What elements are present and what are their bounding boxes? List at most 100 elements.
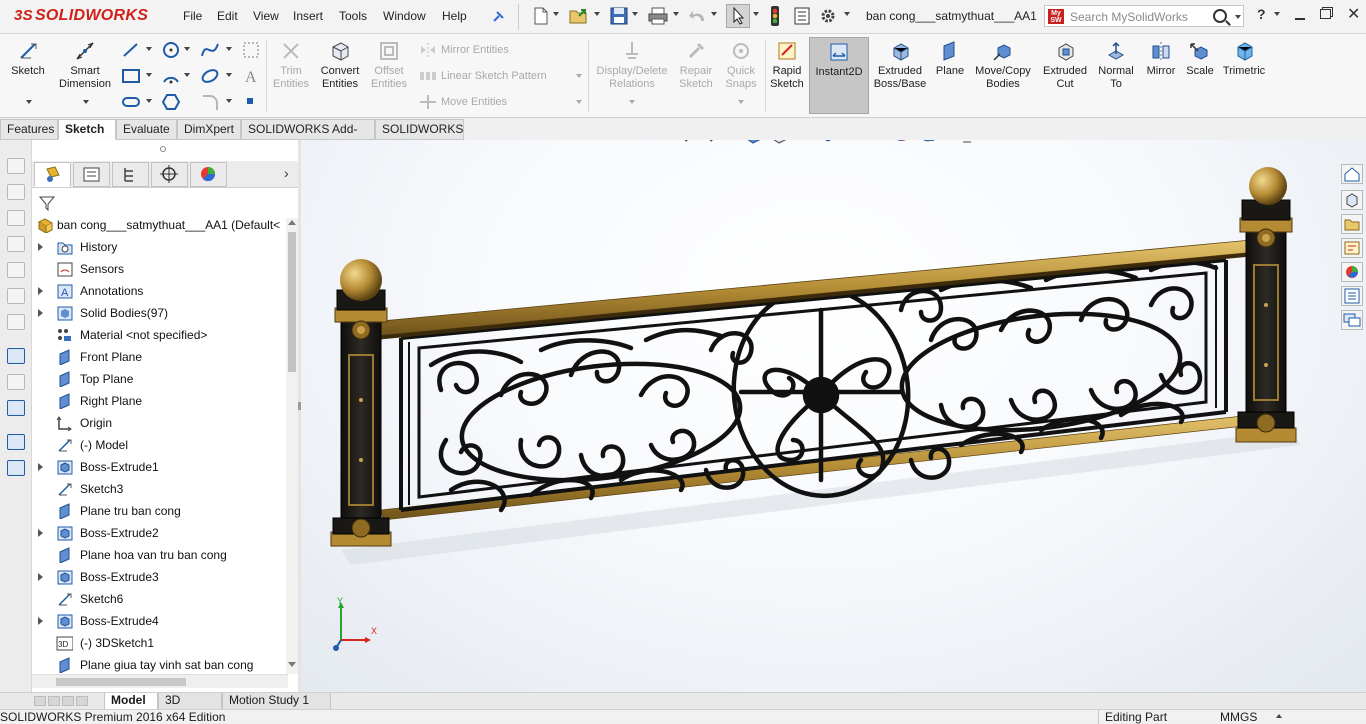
- tree-item-plane-tru-ban-cong[interactable]: Plane tru ban cong: [32, 500, 286, 522]
- strip-tool-icon[interactable]: [7, 158, 25, 174]
- strip-sketch-icon[interactable]: [7, 348, 25, 364]
- tree-item-boss-extrude2[interactable]: Boss-Extrude2: [32, 522, 286, 544]
- tabs-scroll-right-icon[interactable]: ›: [284, 165, 289, 181]
- slot-dropdown-icon[interactable]: [146, 99, 152, 103]
- menu-file[interactable]: File: [183, 9, 202, 23]
- sketch-button[interactable]: Sketch: [8, 40, 48, 78]
- ellipse-tool-icon[interactable]: [200, 67, 220, 85]
- arc-tool-icon[interactable]: [161, 67, 181, 85]
- smart-dimension-dropdown-icon[interactable]: [83, 100, 89, 104]
- expand-arrow-icon[interactable]: [38, 287, 43, 295]
- tree-item-front-plane[interactable]: Front Plane: [32, 346, 286, 368]
- polygon-tool-icon[interactable]: [161, 93, 181, 111]
- custom-properties-icon[interactable]: [1341, 286, 1363, 306]
- tab-motion-study-1[interactable]: Motion Study 1: [222, 693, 331, 710]
- tree-item-material-not-specified[interactable]: Material <not specified>: [32, 324, 286, 346]
- rebuild-traffic-light-icon[interactable]: [768, 5, 782, 27]
- tab-previous-icon[interactable]: [48, 696, 60, 706]
- status-units[interactable]: MMGS: [1220, 710, 1257, 724]
- line-tool-icon[interactable]: [121, 41, 141, 59]
- linear-sketch-pattern-button[interactable]: Linear Sketch Pattern: [441, 70, 547, 82]
- tab-3d-views[interactable]: 3D Views: [158, 693, 222, 722]
- plane-button[interactable]: Plane: [932, 40, 968, 78]
- tab-solidworks-add-ins[interactable]: SOLIDWORKS Add-Ins: [241, 119, 375, 155]
- trimetric-button[interactable]: Trimetric: [1220, 40, 1268, 78]
- tab-dimxpert[interactable]: DimXpert: [177, 119, 241, 140]
- tree-item-origin[interactable]: Origin: [32, 412, 286, 434]
- save-icon[interactable]: [609, 6, 629, 26]
- arc-dropdown-icon[interactable]: [184, 73, 190, 77]
- search-dropdown-icon[interactable]: [1235, 15, 1241, 19]
- tree-item-plane-giua-tay-vinh-sat-ban-cong[interactable]: Plane giua tay vinh sat ban cong: [32, 654, 286, 676]
- menu-tools[interactable]: Tools: [339, 9, 367, 23]
- tab-featuremanager[interactable]: [34, 162, 71, 187]
- help-dropdown-icon[interactable]: [1274, 12, 1280, 16]
- convert-entities-button[interactable]: Convert Entities: [316, 40, 364, 91]
- ellipse-dropdown-icon[interactable]: [226, 73, 232, 77]
- appearances-scenes-icon[interactable]: [1341, 262, 1363, 282]
- select-tool-button[interactable]: [726, 4, 750, 28]
- repair-sketch-button[interactable]: Repair Sketch: [676, 40, 716, 91]
- mirror-button[interactable]: Mirror: [1141, 40, 1181, 78]
- menu-edit[interactable]: Edit: [217, 9, 238, 23]
- undo-dropdown-icon[interactable]: [711, 12, 717, 16]
- panel-grip-icon[interactable]: [160, 146, 166, 152]
- spline-tool-icon[interactable]: [200, 41, 220, 59]
- expand-arrow-icon[interactable]: [38, 617, 43, 625]
- expand-arrow-icon[interactable]: [38, 243, 43, 251]
- undo-icon[interactable]: [688, 7, 708, 25]
- tab-configurationmanager[interactable]: [112, 162, 149, 187]
- tab-model[interactable]: Model: [104, 693, 158, 710]
- options-dropdown-icon[interactable]: [844, 12, 850, 16]
- instant2d-button[interactable]: Instant2D: [809, 37, 869, 114]
- display-delete-relations-button[interactable]: Display/Delete Relations: [592, 40, 672, 91]
- tree-item-boss-extrude3[interactable]: Boss-Extrude3: [32, 566, 286, 588]
- spline-dropdown-icon[interactable]: [226, 47, 232, 51]
- construction-geometry-icon[interactable]: [242, 41, 260, 59]
- menu-insert[interactable]: Insert: [293, 9, 323, 23]
- file-properties-icon[interactable]: [792, 6, 812, 26]
- trim-entities-button[interactable]: Trim Entities: [270, 40, 312, 91]
- open-folder-icon[interactable]: [568, 6, 590, 26]
- tree-item-sketch3[interactable]: Sketch3: [32, 478, 286, 500]
- strip-tool-icon[interactable]: [7, 210, 25, 226]
- rectangle-dropdown-icon[interactable]: [146, 73, 152, 77]
- tree-item-plane-hoa-van-tru-ban-cong[interactable]: Plane hoa van tru ban cong: [32, 544, 286, 566]
- print-icon[interactable]: [647, 6, 669, 26]
- view-palette-icon[interactable]: [1341, 238, 1363, 258]
- tree-root[interactable]: ban cong___satmythuat___AA1 (Default<: [32, 214, 286, 236]
- sketch-dropdown-icon[interactable]: [26, 100, 32, 104]
- tree-item-boss-extrude1[interactable]: Boss-Extrude1: [32, 456, 286, 478]
- tree-item-right-plane[interactable]: Right Plane: [32, 390, 286, 412]
- scale-button[interactable]: Scale: [1182, 40, 1218, 78]
- tree-item-sketch6[interactable]: Sketch6: [32, 588, 286, 610]
- strip-tool-icon[interactable]: [7, 374, 25, 390]
- tab-first-icon[interactable]: [34, 696, 46, 706]
- circle-dropdown-icon[interactable]: [184, 47, 190, 51]
- fillet-dropdown-icon[interactable]: [226, 99, 232, 103]
- relations-dropdown-icon[interactable]: [629, 100, 635, 104]
- rectangle-tool-icon[interactable]: [121, 67, 141, 85]
- line-dropdown-icon[interactable]: [146, 47, 152, 51]
- tab-features[interactable]: Features: [0, 119, 58, 140]
- extruded-boss-base-button[interactable]: Extruded Boss/Base: [872, 40, 928, 91]
- search-mysolidworks-field[interactable]: My SW Search MySolidWorks: [1044, 5, 1244, 27]
- expand-arrow-icon[interactable]: [38, 463, 43, 471]
- expand-arrow-icon[interactable]: [38, 309, 43, 317]
- strip-select-icon[interactable]: [7, 400, 25, 416]
- move-copy-bodies-button[interactable]: Move/Copy Bodies: [971, 40, 1035, 91]
- select-dropdown-icon[interactable]: [753, 12, 759, 16]
- tree-item-sensors[interactable]: Sensors: [32, 258, 286, 280]
- tree-scroll-thumb[interactable]: [288, 232, 296, 372]
- strip-tool-icon[interactable]: [7, 236, 25, 252]
- restore-window-icon[interactable]: [1320, 9, 1331, 19]
- tab-last-icon[interactable]: [76, 696, 88, 706]
- tab-propertymanager[interactable]: [73, 162, 110, 187]
- balcony-railing-model[interactable]: [301, 140, 1341, 692]
- solidworks-forum-icon[interactable]: [1341, 310, 1363, 330]
- tab-dimxpertmanager[interactable]: [151, 162, 188, 187]
- tree-hscroll-thumb[interactable]: [56, 678, 186, 686]
- tab-evaluate[interactable]: Evaluate: [116, 119, 177, 140]
- new-dropdown-icon[interactable]: [553, 12, 559, 16]
- strip-view-icon[interactable]: [7, 460, 25, 476]
